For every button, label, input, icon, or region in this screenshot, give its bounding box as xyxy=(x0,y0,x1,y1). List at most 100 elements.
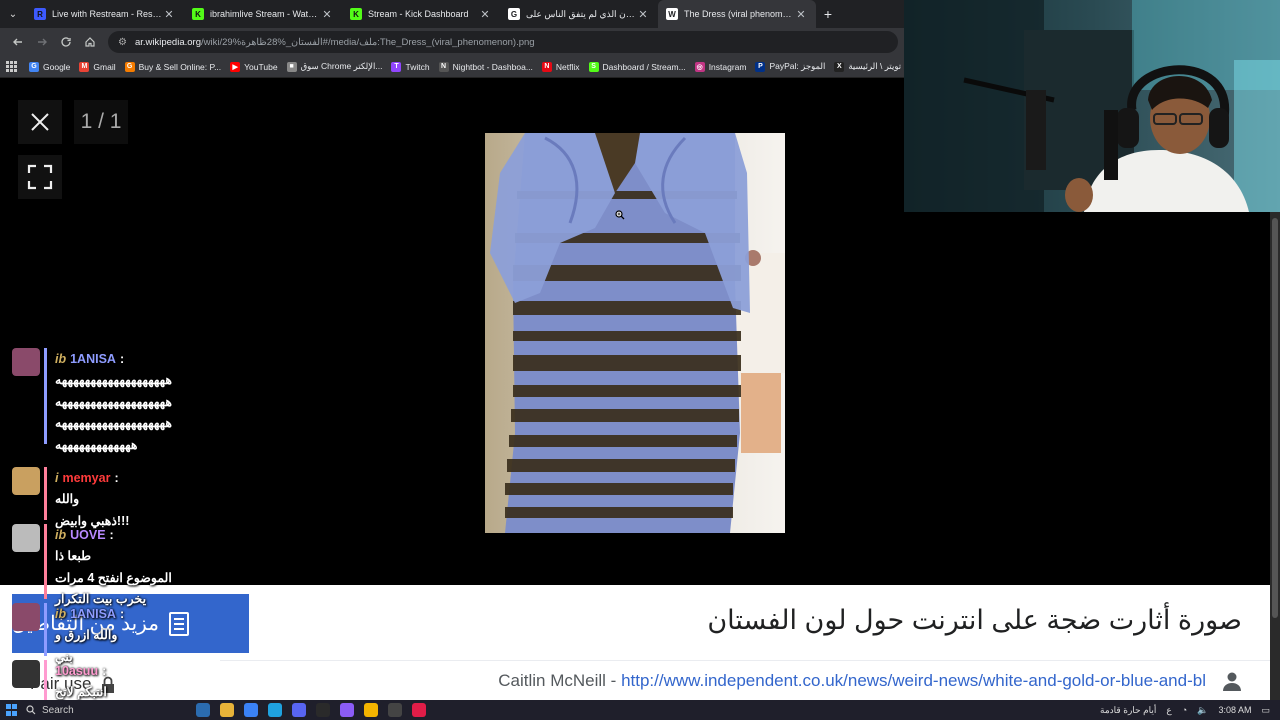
volume-icon[interactable]: 🔈 xyxy=(1197,705,1208,716)
browser-tab[interactable]: G الفستان الذي لم يتفق الناس على✕ xyxy=(500,0,658,28)
bookmark-item[interactable]: N Nightbot - Dashboa... xyxy=(438,61,533,72)
close-tab-icon[interactable]: ✕ xyxy=(320,8,334,21)
file-explorer-icon[interactable] xyxy=(220,703,234,717)
bookmark-favicon-icon: P xyxy=(755,61,766,72)
windows-start-icon[interactable] xyxy=(6,704,18,716)
fullscreen-button[interactable] xyxy=(18,155,62,199)
clock[interactable]: 3:08 AM xyxy=(1218,705,1251,715)
close-tab-icon[interactable]: ✕ xyxy=(794,8,808,21)
recording-app-icon[interactable] xyxy=(412,703,426,717)
new-tab-button[interactable]: + xyxy=(816,6,840,22)
scrollbar-thumb[interactable] xyxy=(1272,218,1278,618)
home-button[interactable] xyxy=(78,30,102,54)
chat-avatar xyxy=(12,348,40,376)
chat-text: طبعا ذا xyxy=(55,549,92,563)
tab-favicon-icon: G xyxy=(508,8,520,20)
chat-username: 10asuu xyxy=(55,664,99,678)
reload-button[interactable] xyxy=(54,30,78,54)
taskbar-search[interactable]: Search xyxy=(26,702,146,718)
bookmark-item[interactable]: X تويتر \ الرئيسية xyxy=(834,61,901,72)
home-icon xyxy=(85,37,95,47)
bookmark-item[interactable]: ▶ YouTube xyxy=(230,61,278,72)
chat-accent-bar xyxy=(44,467,47,520)
bookmark-favicon-icon: ◎ xyxy=(694,61,705,72)
bookmark-favicon-icon: ▶ xyxy=(230,61,241,72)
dress-photo xyxy=(485,133,785,533)
back-button[interactable] xyxy=(6,30,30,54)
chat-text: هههههههههههههههههههه xyxy=(55,394,173,409)
zoom-in-cursor-icon xyxy=(615,207,625,220)
bookmark-favicon-icon: G xyxy=(29,61,39,72)
chat-avatar xyxy=(12,603,40,631)
source-link[interactable]: http://www.independent.co.uk/news/weird-… xyxy=(621,671,1206,690)
tab-title: The Dress (viral phenomenon) xyxy=(684,9,794,19)
close-tab-icon[interactable]: ✕ xyxy=(478,8,492,21)
notifications-icon[interactable]: ▭ xyxy=(1261,705,1270,716)
browser-tab[interactable]: K Stream - Kick Dashboard ✕ xyxy=(342,0,500,28)
bookmark-item[interactable]: N Netflix xyxy=(541,61,580,72)
url-input[interactable]: ⚙ ar.wikipedia.org /wiki/29%الفستان_%28ظ… xyxy=(108,31,898,53)
url-path: /wiki/29%الفستان_%28ظاهرة#/media/ملف:The… xyxy=(200,36,535,48)
reload-icon xyxy=(61,37,71,47)
browser-tab[interactable]: R Live with Restream - Restream✕ xyxy=(26,0,184,28)
chat-accent-bar xyxy=(44,348,47,444)
bookmark-favicon-icon: G xyxy=(124,61,135,72)
edge-icon[interactable] xyxy=(268,703,282,717)
caption-divider xyxy=(220,660,1270,661)
page-scrollbar[interactable] xyxy=(1270,212,1280,700)
system-tray: أيام حارة قادمة ع ◔ 🔈 3:08 AM ▭ xyxy=(1100,700,1270,720)
taskbar-search-label: Search xyxy=(42,704,74,716)
language-indicator[interactable]: ع xyxy=(1166,705,1171,716)
chat-colon: : xyxy=(109,528,114,542)
chat-header: ib UOVE: xyxy=(55,528,114,542)
bookmark-item[interactable]: T Twitch xyxy=(391,61,430,72)
screen: ⌄ RLive with Restream - Restream✕Kibrahi… xyxy=(0,0,1280,720)
wifi-icon[interactable]: ◔ xyxy=(1182,705,1187,715)
task-view-icon[interactable] xyxy=(196,703,210,717)
chat-header: 10asuu: xyxy=(55,664,106,678)
close-viewer-button[interactable] xyxy=(18,100,62,144)
tab-title: Stream - Kick Dashboard xyxy=(368,9,469,19)
settings-icon[interactable] xyxy=(388,703,402,717)
chat-text: بني xyxy=(55,649,73,664)
taskbar-apps xyxy=(196,703,426,717)
bookmark-item[interactable]: G Buy & Sell Online: P... xyxy=(124,61,221,72)
bookmarks-bar: G Google M Gmail G Buy & Sell Online: P... ▶ Yo… xyxy=(0,56,904,78)
browser-tab[interactable]: W The Dress (viral phenomenon) ✕ xyxy=(658,0,816,28)
browser-tab[interactable]: Kibrahimlive Stream - Watch Live✕ xyxy=(184,0,342,28)
bookmark-favicon-icon: M xyxy=(79,61,90,72)
tab-search-icon[interactable]: ⌄ xyxy=(0,0,26,28)
chat-text: يخرب بيت التكرار xyxy=(55,592,147,606)
bookmark-favicon-icon: S xyxy=(588,61,599,72)
app-icon[interactable] xyxy=(316,703,330,717)
bookmark-item[interactable]: S Dashboard / Stream... xyxy=(588,61,686,72)
close-tab-icon[interactable]: ✕ xyxy=(636,8,650,21)
document-icon xyxy=(168,611,189,636)
chat-avatar xyxy=(12,467,40,495)
store-icon[interactable] xyxy=(244,703,258,717)
back-arrow-icon xyxy=(13,38,22,46)
bookmark-item[interactable]: ■ سوق Chrome الإلكتر... xyxy=(286,61,382,72)
site-info-icon[interactable]: ⚙ xyxy=(118,37,127,48)
close-tab-icon[interactable]: ✕ xyxy=(162,8,176,21)
image-counter: 1 / 1 xyxy=(74,100,128,144)
chat-username: 1ANISA xyxy=(70,352,116,366)
taskbar: Search أيام حارة قادمة ع ◔ 🔈 3:08 AM ▭ xyxy=(0,700,1280,720)
tab-favicon-icon: R xyxy=(34,8,46,20)
chat-text: الموضوع انفتح 4 مرات xyxy=(55,570,172,585)
apps-grid-icon[interactable] xyxy=(6,60,17,73)
bookmark-item[interactable]: G Google xyxy=(29,61,70,72)
stream-app-icon[interactable] xyxy=(340,703,354,717)
forward-button[interactable] xyxy=(30,30,54,54)
chrome-icon[interactable] xyxy=(364,703,378,717)
image-caption: صورة أثارت ضجة على انترنت حول لون الفستا… xyxy=(707,605,1242,635)
bookmark-item[interactable]: ◎ Instagram xyxy=(694,61,746,72)
bookmark-item[interactable]: P PayPal: الموجز xyxy=(755,61,825,72)
dress-image[interactable] xyxy=(485,133,785,533)
chat-text: والله xyxy=(55,492,80,506)
chat-colon: : xyxy=(114,471,119,485)
bookmark-item[interactable]: M Gmail xyxy=(79,61,116,72)
bookmark-label: تويتر \ الرئيسية xyxy=(848,61,902,71)
discord-icon[interactable] xyxy=(292,703,306,717)
forward-arrow-icon xyxy=(38,38,47,46)
